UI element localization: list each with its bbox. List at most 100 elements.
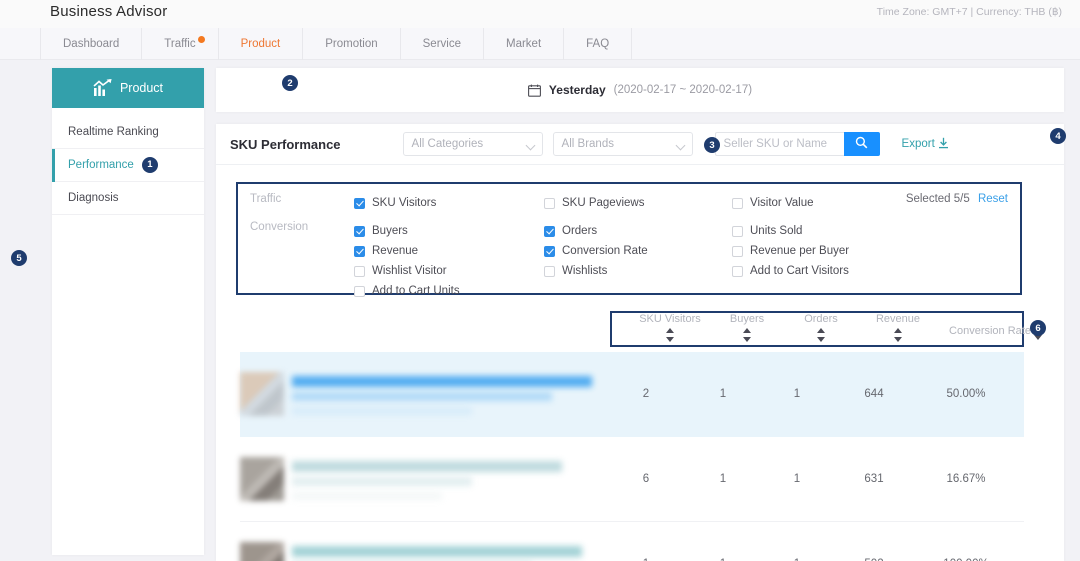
metric-option-label: Revenue [372, 245, 418, 257]
table-row[interactable]: 21164450.00% [240, 352, 1024, 437]
nav-tab-label: Product [241, 38, 281, 50]
table-column-header-orders[interactable]: Orders [790, 313, 852, 325]
metric-selector-panel: Traffic Conversion SKU VisitorsBuyersRev… [236, 182, 1022, 295]
checkbox-icon[interactable] [544, 246, 555, 257]
date-range-text: (2020-02-17 ~ 2020-02-17) [614, 84, 752, 96]
cell-revenue: 631 [840, 473, 908, 485]
nav-tab-traffic[interactable]: Traffic [142, 28, 218, 60]
nav-tab-label: FAQ [586, 38, 609, 50]
metric-option-label: Add to Cart Visitors [750, 265, 849, 277]
sort-toggle-icon[interactable] [666, 328, 675, 342]
top-header-bar: Business Advisor Time Zone: GMT+7 | Curr… [0, 0, 1080, 28]
cell-orders: 1 [766, 473, 828, 485]
brand-select-value: All Brands [562, 138, 614, 150]
table-body-viewport: 21164450.00%61163116.67%111502100.00% [216, 352, 1064, 561]
metric-column-2: SKU Pageviews Orders Conversion Rate Wishli… [544, 193, 648, 281]
metric-option-conversion-rate[interactable]: Conversion Rate [544, 241, 648, 261]
checkbox-icon[interactable] [354, 246, 365, 257]
search-input[interactable] [715, 132, 844, 156]
main-navigation: Dashboard Traffic Product Promotion Service M… [0, 28, 1080, 60]
table-column-header-revenue[interactable]: Revenue [864, 313, 932, 325]
metric-group-traffic-label: Traffic [250, 193, 281, 205]
checkbox-icon[interactable] [544, 198, 555, 209]
nav-tab-label: Traffic [164, 38, 195, 50]
sidebar-item-realtime-ranking[interactable]: Realtime Ranking [52, 116, 204, 149]
nav-tab-promotion[interactable]: Promotion [303, 28, 400, 60]
metric-option-label: Wishlists [562, 265, 607, 277]
search-button[interactable] [844, 132, 880, 156]
download-icon [938, 137, 949, 152]
metric-option-sku-visitors[interactable]: SKU Visitors [354, 193, 460, 213]
checkbox-icon[interactable] [354, 266, 365, 277]
annotation-badge-3: 3 [704, 137, 720, 153]
product-name-redacted [292, 407, 472, 415]
checkbox-icon[interactable] [732, 246, 743, 257]
metric-option-orders[interactable]: Orders [544, 221, 648, 241]
notification-dot-icon [198, 36, 205, 43]
reset-link[interactable]: Reset [978, 193, 1008, 205]
metric-option-label: Add to Cart Units [372, 285, 460, 297]
checkbox-icon[interactable] [732, 198, 743, 209]
nav-tab-market[interactable]: Market [484, 28, 564, 60]
metric-option-wishlists[interactable]: Wishlists [544, 261, 648, 281]
checkbox-icon[interactable] [544, 266, 555, 277]
cell-buyers: 1 [692, 473, 754, 485]
table-row[interactable]: 61163116.67% [240, 437, 1024, 522]
sidebar-item-diagnosis[interactable]: Diagnosis [52, 182, 204, 215]
table-column-header-buyers[interactable]: Buyers [716, 313, 778, 325]
card-title: SKU Performance [230, 137, 341, 152]
cell-conversion-rate: 16.67% [916, 473, 1016, 485]
category-select[interactable]: All Categories [403, 132, 543, 156]
app-page: Business Advisor Time Zone: GMT+7 | Curr… [0, 0, 1080, 561]
sidebar-item-label: Diagnosis [68, 192, 119, 204]
metric-option-label: Visitor Value [750, 197, 814, 209]
sidebar-header: Product [52, 68, 204, 108]
product-name-redacted [292, 392, 552, 401]
metric-option-sku-pageviews[interactable]: SKU Pageviews [544, 193, 648, 213]
metric-option-wishlist-visitor[interactable]: Wishlist Visitor [354, 261, 460, 281]
metric-option-revenue[interactable]: Revenue [354, 241, 460, 261]
metric-option-label: Orders [562, 225, 597, 237]
table-row[interactable]: 111502100.00% [240, 522, 1024, 561]
checkbox-icon[interactable] [732, 226, 743, 237]
metric-column-3: Visitor Value Units SoldRevenue per Buyer… [732, 193, 849, 281]
nav-tab-label: Service [423, 38, 461, 50]
timezone-currency-info: Time Zone: GMT+7 | Currency: THB (฿) [877, 6, 1062, 18]
export-label: Export [902, 138, 935, 150]
metric-option-label: Buyers [372, 225, 408, 237]
metric-option-label: SKU Pageviews [562, 197, 644, 209]
product-thumbnail [240, 372, 284, 416]
cell-sku-visitors: 6 [604, 473, 688, 485]
page-title: Business Advisor [50, 3, 167, 20]
date-range-panel[interactable]: Yesterday (2020-02-17 ~ 2020-02-17) [216, 68, 1064, 112]
checkbox-icon[interactable] [354, 286, 365, 297]
export-button[interactable]: Export [902, 137, 949, 152]
nav-tab-faq[interactable]: FAQ [564, 28, 632, 60]
metric-option-buyers[interactable]: Buyers [354, 221, 460, 241]
metric-option-revenue-per-buyer[interactable]: Revenue per Buyer [732, 241, 849, 261]
product-name-redacted [292, 376, 592, 387]
checkbox-icon[interactable] [354, 198, 365, 209]
sort-toggle-icon[interactable] [894, 328, 903, 342]
checkbox-icon[interactable] [354, 226, 365, 237]
table-column-header-sku-visitors[interactable]: SKU Visitors [628, 313, 712, 325]
nav-tab-service[interactable]: Service [401, 28, 484, 60]
spacer [354, 213, 460, 221]
sidebar-item-performance[interactable]: Performance1 [52, 149, 204, 182]
metric-option-visitor-value[interactable]: Visitor Value [732, 193, 849, 213]
sort-toggle-icon[interactable] [817, 328, 826, 342]
chart-trend-icon [93, 79, 113, 97]
table-column-header-conversion-rate[interactable]: Conversion Rate [940, 325, 1040, 337]
metric-option-units-sold[interactable]: Units Sold [732, 221, 849, 241]
annotation-badge-2: 2 [282, 75, 298, 91]
spacer [544, 213, 648, 221]
checkbox-icon[interactable] [732, 266, 743, 277]
checkbox-icon[interactable] [544, 226, 555, 237]
sort-toggle-icon[interactable] [743, 328, 752, 342]
metric-option-add-to-cart-units[interactable]: Add to Cart Units [354, 281, 460, 301]
nav-tab-dashboard[interactable]: Dashboard [40, 28, 142, 60]
metric-option-add-to-cart-visitors[interactable]: Add to Cart Visitors [732, 261, 849, 281]
brand-select[interactable]: All Brands [553, 132, 693, 156]
annotation-badge-5: 5 [11, 250, 27, 266]
nav-tab-product[interactable]: Product [219, 28, 304, 60]
